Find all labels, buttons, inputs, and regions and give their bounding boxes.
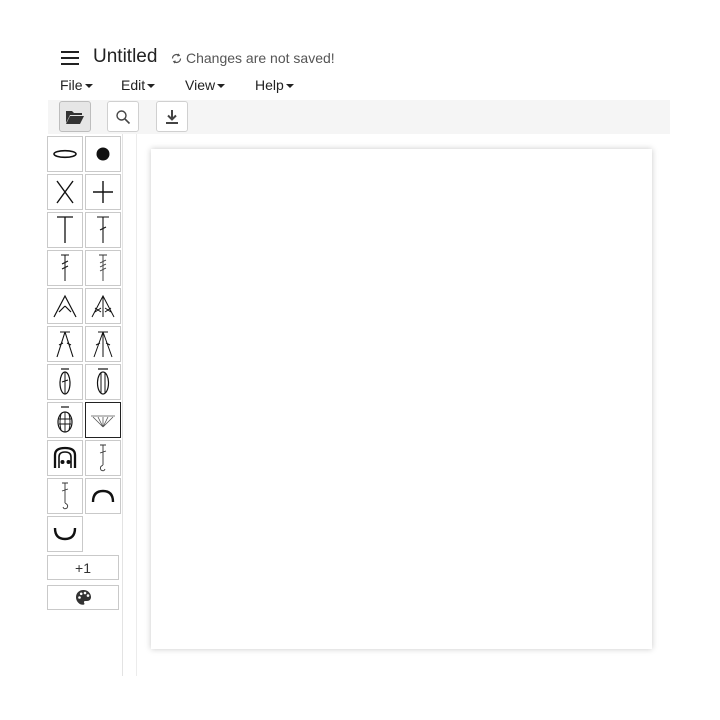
double-crochet-button[interactable] [85,212,121,248]
dc3tog-icon [93,331,113,358]
single-crochet-plus-button[interactable] [85,174,121,210]
divider [136,134,137,676]
front-post-dc-icon [99,444,107,472]
slip-stitch-button[interactable] [85,136,121,172]
document-title[interactable]: Untitled [93,46,157,68]
hamburger-menu-icon[interactable] [61,51,79,65]
shell-stitch-button[interactable] [85,402,121,438]
bobble-stitch-button[interactable] [47,402,83,438]
back-loop-arc-button[interactable] [85,478,121,514]
slip-stitch-icon [96,147,110,161]
caret-down-icon [217,84,226,88]
puff-stitch-icon [59,368,71,395]
menu-bar: File Edit View Help [60,77,294,93]
chain-stitch-button[interactable] [47,136,83,172]
double-treble-crochet-icon [99,254,107,281]
dc3tog-button[interactable] [85,326,121,362]
menu-edit-label: Edit [121,77,146,93]
dc2tog-button[interactable] [47,326,83,362]
sc2tog-icon [53,294,77,318]
half-double-crochet-button[interactable] [47,212,83,248]
single-crochet-x-icon [56,180,74,204]
toolbar [48,100,670,134]
chain-stitch-icon [53,149,77,159]
double-crochet-icon [97,216,109,243]
palette-icon [75,590,91,605]
caret-down-icon [285,84,294,88]
color-picker-button[interactable] [47,585,119,610]
double-treble-crochet-button[interactable] [85,250,121,286]
back-post-dc-button[interactable] [47,478,83,514]
front-post-dc-button[interactable] [85,440,121,476]
picot-button[interactable] [47,440,83,476]
single-crochet-plus-icon [93,181,113,203]
caret-down-icon [84,84,93,88]
puff-stitch-button[interactable] [47,364,83,400]
back-post-dc-icon [61,482,69,510]
sc3tog-icon [91,294,115,318]
front-loop-arc-button[interactable] [47,516,83,552]
popcorn-stitch-icon [96,368,110,395]
back-loop-arc-icon [91,489,115,503]
download-icon [166,109,178,124]
single-crochet-x-button[interactable] [47,174,83,210]
menu-view-label: View [185,77,216,93]
picot-icon [53,446,77,468]
download-button[interactable] [156,101,188,132]
popcorn-stitch-button[interactable] [85,364,121,400]
menu-help-label: Help [255,77,284,93]
front-loop-arc-icon [53,527,77,541]
bobble-stitch-icon [57,406,73,433]
shell-stitch-icon [91,415,115,428]
sc3tog-button[interactable] [85,288,121,324]
treble-crochet-button[interactable] [47,250,83,286]
dc2tog-icon [56,331,74,358]
add-row-button[interactable]: +1 [47,555,119,580]
search-icon [116,109,131,124]
save-status-text: Changes are not saved! [186,50,335,66]
menu-help[interactable]: Help [255,77,294,93]
unsynced-icon [171,52,182,64]
menu-file-label: File [60,77,83,93]
treble-crochet-icon [61,254,69,281]
menu-file[interactable]: File [60,77,121,93]
add-row-label: +1 [75,559,91,576]
drawing-canvas[interactable] [151,149,652,649]
sc2tog-button[interactable] [47,288,83,324]
half-double-crochet-icon [57,216,73,243]
folder-open-icon [66,110,84,124]
menu-edit[interactable]: Edit [121,77,185,93]
menu-view[interactable]: View [185,77,255,93]
caret-down-icon [147,84,156,88]
open-file-button[interactable] [59,101,91,132]
search-button[interactable] [107,101,139,132]
save-status: Changes are not saved! [170,50,335,66]
